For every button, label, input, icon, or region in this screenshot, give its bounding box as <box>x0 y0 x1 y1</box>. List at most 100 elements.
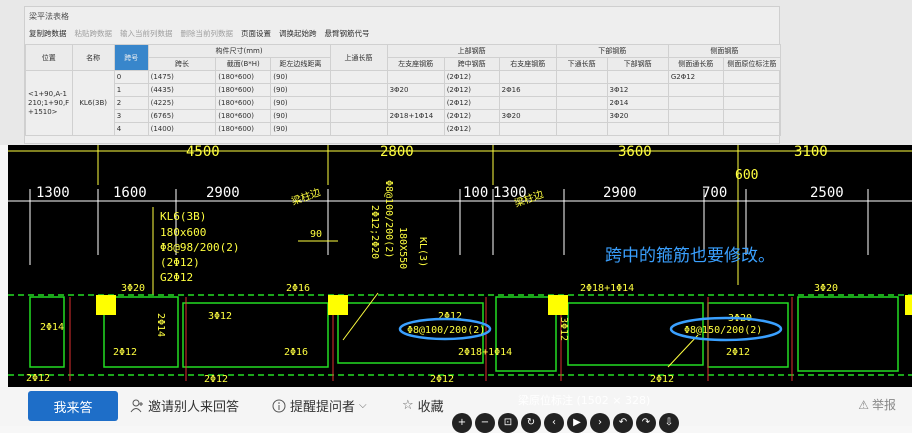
col-header-side-original: 侧面原位标注筋 <box>722 57 782 71</box>
col-header-position: 位置 <box>25 44 73 71</box>
span-length-cell[interactable]: (4225) <box>147 96 217 110</box>
name-cell[interactable]: KL6(3B) <box>71 70 115 136</box>
mid-span-cell[interactable]: (2Φ12) <box>443 109 500 123</box>
copy-span-button[interactable]: 复制跨数据 <box>29 28 67 39</box>
bottom-through-cell[interactable] <box>555 96 608 110</box>
prev-icon[interactable]: ‹ <box>544 413 564 433</box>
bottom-through-cell[interactable] <box>555 109 608 123</box>
span-length-cell[interactable]: (4435) <box>147 83 217 97</box>
right-support-cell[interactable]: 3Φ20 <box>498 109 557 123</box>
download-icon[interactable]: ⇩ <box>659 413 679 433</box>
edge-dist-cell[interactable]: (90) <box>270 96 331 110</box>
top-through-cell[interactable] <box>329 109 388 123</box>
top-through-cell[interactable] <box>329 96 388 110</box>
bottom-through-cell[interactable] <box>555 122 608 136</box>
column-block <box>328 295 348 315</box>
table-row[interactable]: 2 (4225) (180*600) (90) (2Φ12) 2Φ14 <box>26 96 782 110</box>
section-cell[interactable]: (180*600) <box>215 96 272 110</box>
mid-span-cell[interactable]: (2Φ12) <box>443 122 500 136</box>
edge-dist-cell[interactable]: (90) <box>270 70 331 84</box>
left-support-cell[interactable] <box>386 70 445 84</box>
zoom-in-icon[interactable]: + <box>452 413 472 433</box>
table-row[interactable]: 4 (1400) (180*600) (90) (2Φ12) <box>26 122 782 136</box>
span-length-cell[interactable]: (6765) <box>147 109 217 123</box>
dim-text: 600 <box>735 168 758 183</box>
bottom-bars-cell[interactable]: 3Φ12 <box>606 83 669 97</box>
side-original-cell[interactable] <box>722 70 782 84</box>
right-support-cell[interactable] <box>498 122 557 136</box>
section-cell[interactable]: (180*600) <box>215 70 272 84</box>
side-through-cell[interactable] <box>667 83 724 97</box>
span-cell[interactable]: 0 <box>113 70 149 84</box>
edge-dist-cell[interactable]: (90) <box>270 122 331 136</box>
bottom-bars-cell[interactable]: 2Φ14 <box>606 96 669 110</box>
side-through-cell[interactable] <box>667 96 724 110</box>
next-icon[interactable]: › <box>590 413 610 433</box>
right-support-cell[interactable] <box>498 96 557 110</box>
col-header-mid-span: 跨中钢筋 <box>443 57 500 71</box>
span-cell[interactable]: 1 <box>113 83 149 97</box>
bottom-bars-cell[interactable] <box>606 70 669 84</box>
panel-title: 梁平法表格 <box>29 12 69 21</box>
beam-outline <box>495 296 557 372</box>
input-column-button[interactable]: 输入当前列数据 <box>120 28 173 39</box>
top-through-cell[interactable] <box>329 122 388 136</box>
mid-span-cell[interactable]: (2Φ12) <box>443 83 500 97</box>
top-through-cell[interactable] <box>329 70 388 84</box>
left-support-cell[interactable] <box>386 122 445 136</box>
side-through-cell[interactable] <box>667 109 724 123</box>
rotate-left-icon[interactable]: ↶ <box>613 413 633 433</box>
cad-drawing[interactable]: 4500 2800 3600 3100 1300 1600 2900 100 1… <box>8 145 912 387</box>
bottom-bars-cell[interactable]: 3Φ20 <box>606 109 669 123</box>
span-length-cell[interactable]: (1475) <box>147 70 217 84</box>
rotate-right-icon[interactable]: ↷ <box>636 413 656 433</box>
side-through-cell[interactable]: G2Φ12 <box>667 70 724 84</box>
col-header-side-through: 侧面通长筋 <box>667 57 724 71</box>
remind-asker-button[interactable]: 提醒提问者 ⌵ <box>272 396 367 415</box>
right-support-cell[interactable]: 2Φ16 <box>498 83 557 97</box>
span-cell[interactable]: 2 <box>113 96 149 110</box>
span-length-cell[interactable]: (1400) <box>147 122 217 136</box>
table-row[interactable]: <1+90,A-1210;1+90,F+1510> KL6(3B) 0 (147… <box>25 70 782 136</box>
section-cell[interactable]: (180*600) <box>215 83 272 97</box>
mid-span-cell[interactable]: (2Φ12) <box>443 96 500 110</box>
cantilever-code-button[interactable]: 悬臂钢筋代号 <box>325 28 370 39</box>
left-support-cell[interactable]: 3Φ20 <box>386 83 445 97</box>
play-icon[interactable]: ▶ <box>567 413 587 433</box>
left-support-cell[interactable] <box>386 96 445 110</box>
edge-dist-cell[interactable]: (90) <box>270 83 331 97</box>
answer-button[interactable]: 我来答 <box>28 391 118 421</box>
span-cell[interactable]: 3 <box>113 109 149 123</box>
fit-icon[interactable]: ⊡ <box>498 413 518 433</box>
bottom-through-cell[interactable] <box>555 83 608 97</box>
edge-dist-cell[interactable]: (90) <box>270 109 331 123</box>
side-original-cell[interactable] <box>722 83 782 97</box>
dim-text: 2900 <box>206 185 240 201</box>
table-row[interactable]: 3 (6765) (180*600) (90) 2Φ18+1Φ14 (2Φ12)… <box>26 109 782 123</box>
col-header-span[interactable]: 跨号 <box>113 44 149 71</box>
position-cell[interactable]: <1+90,A-1210;1+90,F+1510> <box>25 70 73 136</box>
bottom-bars-cell[interactable] <box>606 122 669 136</box>
side-original-cell[interactable] <box>722 122 782 136</box>
section-cell[interactable]: (180*600) <box>215 109 272 123</box>
left-support-cell[interactable]: 2Φ18+1Φ14 <box>386 109 445 123</box>
side-original-cell[interactable] <box>722 109 782 123</box>
top-through-cell[interactable] <box>329 83 388 97</box>
paste-span-button[interactable]: 粘贴跨数据 <box>75 28 113 39</box>
section-cell[interactable]: (180*600) <box>215 122 272 136</box>
page-setup-button[interactable]: 页面设置 <box>241 28 271 39</box>
swap-start-span-button[interactable]: 调换起始跨 <box>279 28 317 39</box>
delete-column-button[interactable]: 删除当前列数据 <box>181 28 234 39</box>
side-original-cell[interactable] <box>722 96 782 110</box>
side-through-cell[interactable] <box>667 122 724 136</box>
zoom-out-icon[interactable]: − <box>475 413 495 433</box>
report-button[interactable]: ⚠ 举报 <box>858 396 896 413</box>
invite-answer-button[interactable]: 邀请别人来回答 <box>130 396 239 415</box>
collect-button[interactable]: ☆ 收藏 <box>402 396 444 415</box>
rotate-icon[interactable]: ↻ <box>521 413 541 433</box>
table-row[interactable]: 1 (4435) (180*600) (90) 3Φ20 (2Φ12) 2Φ16… <box>26 83 782 97</box>
right-support-cell[interactable] <box>498 70 557 84</box>
mid-span-cell[interactable]: (2Φ12) <box>443 70 500 84</box>
span-cell[interactable]: 4 <box>113 122 149 136</box>
bottom-through-cell[interactable] <box>555 70 608 84</box>
